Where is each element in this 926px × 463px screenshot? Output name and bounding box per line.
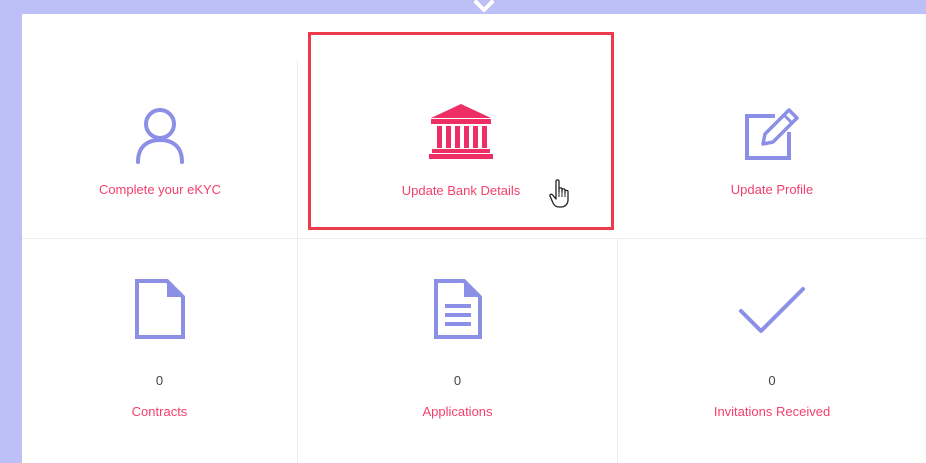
tile-label: Invitations Received (713, 404, 831, 419)
user-icon (136, 108, 184, 164)
tile-count: 0 (453, 373, 462, 388)
document-icon (433, 279, 482, 339)
tile-invitations-received[interactable]: 0 Invitations Received (618, 239, 926, 463)
hand-cursor-icon (549, 179, 569, 208)
tile-contracts[interactable]: 0 Contracts (22, 239, 297, 463)
tile-label: Applications (422, 404, 493, 419)
tile-count: 0 (155, 373, 164, 388)
dropdown-caret-icon (474, 0, 494, 12)
tile-complete-ekyc[interactable]: Complete your eKYC (22, 14, 298, 238)
tile-update-profile[interactable]: Update Profile (618, 14, 926, 238)
check-icon (739, 287, 805, 333)
tile-applications[interactable]: 0 Applications (298, 239, 617, 463)
edit-icon (745, 108, 799, 160)
tile-label: Contracts (131, 404, 188, 419)
tile-label: Complete your eKYC (98, 182, 222, 197)
file-icon (134, 279, 185, 339)
tile-count: 0 (768, 373, 776, 388)
tile-label: Update Profile (730, 182, 814, 197)
